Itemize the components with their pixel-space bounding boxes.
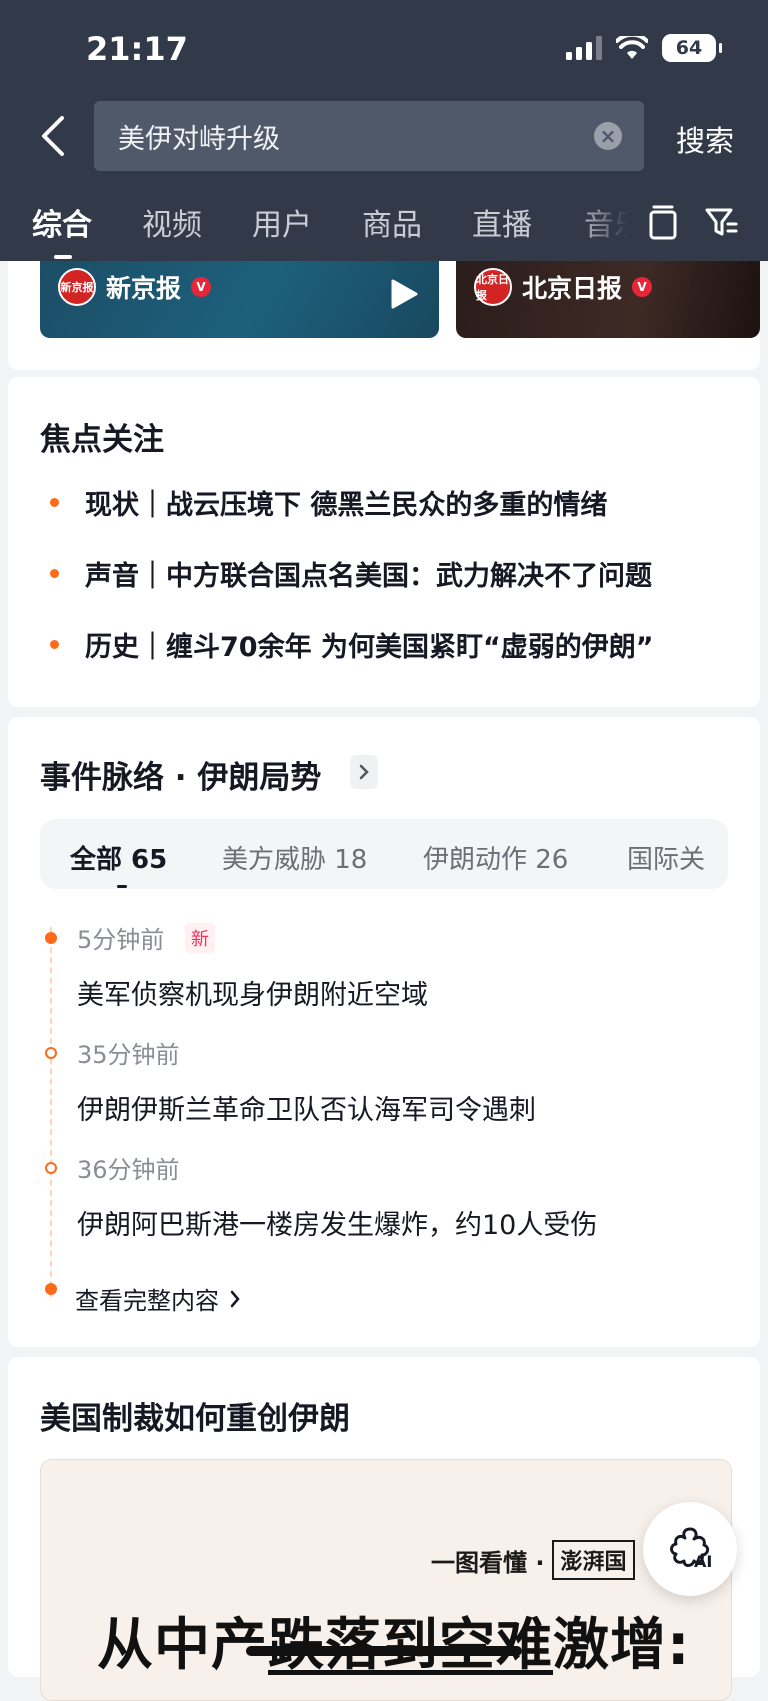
bullet-icon <box>50 569 59 578</box>
search-input[interactable]: 美伊对峙升级 × <box>94 101 644 171</box>
video-thumbnail[interactable]: 新京报 新京报 V <box>40 250 439 338</box>
timeline-filter-bar: 全部 65 美方威胁 18 伊朗动作 26 国际关 <box>40 819 728 889</box>
wifi-icon <box>616 36 648 59</box>
timeline-title[interactable]: 事件脉络 · 伊朗局势 <box>40 752 321 797</box>
search-button[interactable]: 搜索 <box>676 118 734 160</box>
tab-underline <box>54 255 72 259</box>
event-text[interactable]: 伊朗伊斯兰革命卫队否认海军司令遇刺 <box>77 1088 536 1127</box>
event-text[interactable]: 伊朗阿巴斯港一楼房发生爆炸，约10人受伤 <box>77 1203 597 1242</box>
filter-tab-all[interactable]: 全部 65 <box>70 839 167 876</box>
event-time: 5分钟前 <box>77 926 165 954</box>
sanctions-title[interactable]: 美国制裁如何重创伊朗 <box>40 1393 350 1438</box>
event-text[interactable]: 美军侦察机现身伊朗附近空域 <box>77 973 428 1012</box>
timeline-line <box>50 927 52 1297</box>
source-logo: 北京日报 <box>474 268 512 306</box>
filter-icon[interactable] <box>704 204 738 242</box>
ai-icon: AI <box>670 1527 712 1571</box>
svg-text:AI: AI <box>694 1552 712 1571</box>
focus-item-text[interactable]: 声音｜中方联合国点名美国：武力解决不了问题 <box>85 554 652 593</box>
verified-icon: V <box>191 277 212 297</box>
timeline-dot <box>45 1283 57 1295</box>
poster-headline-part: 激增: <box>553 1613 691 1678</box>
focus-item[interactable]: 现状｜战云压境下 德黑兰民众的多重的情绪 <box>40 483 607 522</box>
tab-live[interactable]: 直播 <box>472 200 532 244</box>
status-icons: 64 <box>566 34 722 62</box>
tab-fade <box>575 198 645 248</box>
status-time: 21:17 <box>86 30 188 68</box>
play-icon <box>391 279 418 309</box>
back-icon[interactable] <box>36 112 70 160</box>
sanctions-card: 美国制裁如何重创伊朗 一图看懂 · 澎湃国 从中产跌落到空难激增: <box>8 1357 760 1701</box>
source-logo: 新京报 <box>58 268 96 306</box>
video-source: 北京日报 北京日报 V <box>474 268 653 306</box>
chevron-right-icon[interactable] <box>350 755 378 789</box>
focus-item[interactable]: 声音｜中方联合国点名美国：武力解决不了问题 <box>40 554 652 593</box>
timeline-card: 事件脉络 · 伊朗局势 全部 65 美方威胁 18 伊朗动作 26 国际关 5分… <box>8 717 760 1347</box>
tab-users[interactable]: 用户 <box>252 200 312 244</box>
home-indicator <box>246 1646 522 1656</box>
top-header: 21:17 64 美伊对峙升级 × 搜索 综合 视频 用户 商品 直播 音乐 <box>0 0 768 261</box>
collection-icon[interactable] <box>648 204 678 242</box>
focus-item-text[interactable]: 历史｜缠斗70余年 为何美国紧盯“虚弱的伊朗” <box>85 625 653 664</box>
timeline-dot <box>45 932 57 944</box>
verified-icon: V <box>632 277 653 297</box>
video-thumbnail[interactable]: 北京日报 北京日报 V <box>456 250 760 338</box>
poster-headline: 从中产跌落到空难激增: <box>97 1600 690 1681</box>
focus-card: 焦点关注 现状｜战云压境下 德黑兰民众的多重的情绪 声音｜中方联合国点名美国：武… <box>8 377 760 707</box>
video-source: 新京报 新京报 V <box>58 268 212 306</box>
event-time: 36分钟前 <box>77 1156 180 1184</box>
filter-underline <box>117 885 127 888</box>
poster-tag-text: 一图看懂 · <box>431 1548 545 1577</box>
filter-tab-iran-action[interactable]: 伊朗动作 26 <box>423 839 568 876</box>
video-results-card: 新京报 新京报 V 北京日报 北京日报 V <box>8 250 760 370</box>
poster-headline-part: 从中产 <box>97 1613 268 1678</box>
tab-products[interactable]: 商品 <box>362 200 422 244</box>
battery-icon: 64 <box>662 34 722 62</box>
event-time: 35分钟前 <box>77 1041 180 1069</box>
tab-comprehensive[interactable]: 综合 <box>32 200 92 244</box>
view-full-link[interactable]: 查看完整内容 <box>75 1281 241 1316</box>
source-name: 新京报 <box>106 274 182 303</box>
filter-tab-international[interactable]: 国际关 <box>627 839 705 876</box>
chevron-right-icon <box>230 1290 240 1307</box>
tab-video[interactable]: 视频 <box>142 200 202 244</box>
new-badge: 新 <box>185 923 215 953</box>
focus-item[interactable]: 历史｜缠斗70余年 为何美国紧盯“虚弱的伊朗” <box>40 625 653 664</box>
search-query[interactable]: 美伊对峙升级 <box>118 117 594 156</box>
signal-icon <box>566 36 602 60</box>
bullet-icon <box>50 640 59 649</box>
timeline-dot <box>45 1162 57 1174</box>
view-full-label: 查看完整内容 <box>75 1287 219 1315</box>
clear-icon[interactable]: × <box>594 122 622 150</box>
infographic-poster[interactable]: 一图看懂 · 澎湃国 从中产跌落到空难激增: <box>40 1459 732 1701</box>
focus-item-text[interactable]: 现状｜战云压境下 德黑兰民众的多重的情绪 <box>85 483 607 522</box>
ai-assistant-button[interactable]: AI <box>643 1502 737 1596</box>
poster-logo: 澎湃国 <box>552 1540 635 1580</box>
focus-title: 焦点关注 <box>40 422 164 458</box>
poster-tag: 一图看懂 · 澎湃国 <box>431 1540 635 1580</box>
timeline-dot <box>45 1047 57 1059</box>
source-name: 北京日报 <box>522 274 623 303</box>
bullet-icon <box>50 498 59 507</box>
filter-tab-us-threat[interactable]: 美方威胁 18 <box>222 839 367 876</box>
